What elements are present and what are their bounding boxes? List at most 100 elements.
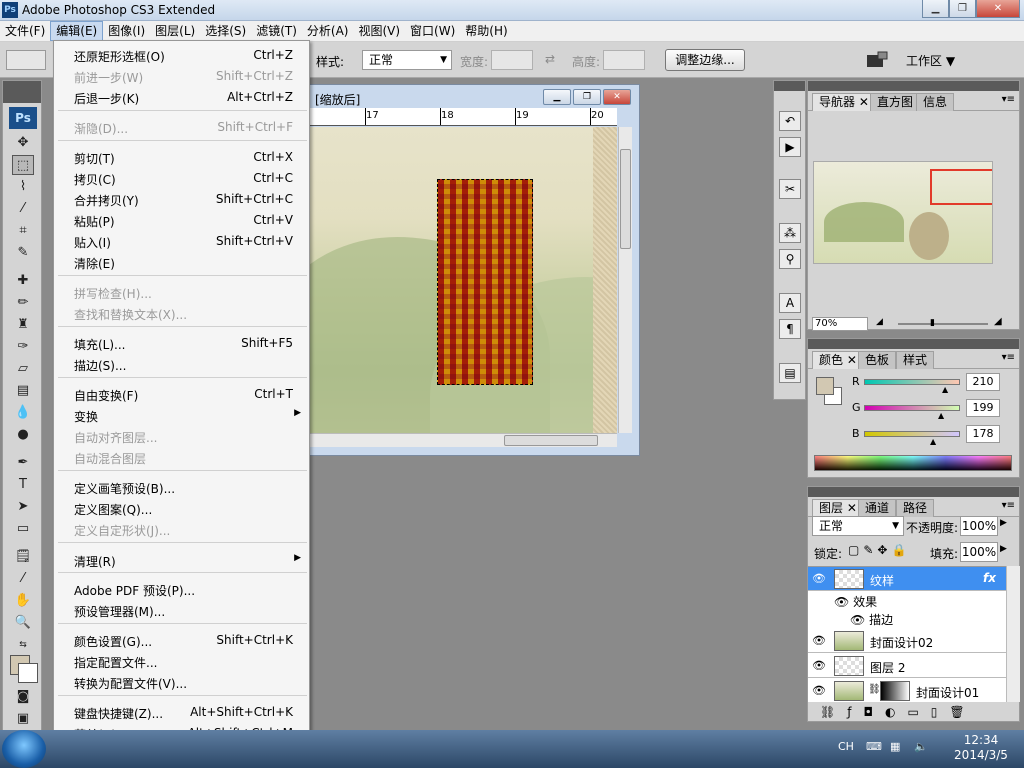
edit-menu-item[interactable]: 填充(L)... Shift+F5 xyxy=(54,333,309,353)
clone-source-icon[interactable]: ⚲ xyxy=(779,249,801,269)
edit-menu-item[interactable]: 清理(R) ▶ xyxy=(54,550,309,570)
link-layers-icon[interactable]: ⛓ xyxy=(820,705,847,719)
layer-style-icon[interactable]: ƒ xyxy=(847,705,863,719)
edit-menu-item[interactable]: 还原矩形选框(O) Ctrl+Z xyxy=(54,45,309,65)
actions-icon[interactable]: ▶ xyxy=(779,137,801,157)
tab-histogram[interactable]: 直方图 xyxy=(870,93,921,111)
menu-select[interactable]: 选择(S) xyxy=(200,21,251,41)
layer-row[interactable]: 👁 纹样 fx xyxy=(808,567,1006,591)
lock-options-icon[interactable]: ▢✎✥🔒 xyxy=(848,543,910,557)
bridge-icon[interactable] xyxy=(864,50,890,70)
edit-menu-item[interactable]: 贴入(I) Shift+Ctrl+V xyxy=(54,231,309,251)
clone-stamp-tool-icon[interactable]: ♜ xyxy=(12,315,34,335)
tab-navigator[interactable]: 导航器 ✕ xyxy=(812,93,876,111)
blue-value-input[interactable]: 178 xyxy=(966,425,1000,443)
paragraph-icon[interactable]: ¶ xyxy=(779,319,801,339)
keyboard-icon[interactable]: ⌨ xyxy=(866,740,882,753)
edit-menu-item[interactable]: 剪切(T) Ctrl+X xyxy=(54,147,309,167)
panel-menu-icon[interactable]: ▾≡ xyxy=(1002,500,1015,511)
eyedropper-tool-icon[interactable]: ⁄ xyxy=(12,569,34,589)
path-selection-tool-icon[interactable]: ➤ xyxy=(12,497,34,517)
eye-icon[interactable]: 👁 xyxy=(812,634,826,647)
blue-slider[interactable] xyxy=(864,431,960,437)
edit-menu-item[interactable]: 变换 ▶ xyxy=(54,405,309,425)
height-input[interactable] xyxy=(603,50,645,70)
slider-marker-icon[interactable]: ▲ xyxy=(930,437,936,446)
tab-paths[interactable]: 路径 xyxy=(896,499,935,517)
vertical-scrollbar[interactable] xyxy=(618,127,632,433)
minimize-button[interactable]: ▁ xyxy=(922,0,949,18)
red-value-input[interactable]: 210 xyxy=(966,373,1000,391)
edit-menu-item[interactable]: 拷贝(C) Ctrl+C xyxy=(54,168,309,188)
doc-restore-button[interactable]: ❐ xyxy=(573,89,601,105)
adjustment-layer-icon[interactable]: ◐ xyxy=(885,705,907,719)
zoom-slider[interactable] xyxy=(898,323,988,325)
crop-tool-icon[interactable]: ⌗ xyxy=(12,221,34,241)
edit-menu-item[interactable]: 描边(S)... xyxy=(54,354,309,374)
screen-mode-icon[interactable]: ▣ xyxy=(12,709,34,729)
effects-row[interactable]: 👁 效果 xyxy=(834,593,1006,611)
start-button[interactable] xyxy=(2,730,46,768)
style-select[interactable]: 正常 xyxy=(362,50,452,70)
background-color-swatch[interactable] xyxy=(18,663,38,683)
layer-row[interactable]: 👁 图层 2 xyxy=(808,654,1006,678)
zoom-in-icon[interactable]: ◢ xyxy=(994,316,1002,327)
panel-menu-icon[interactable]: ▾≡ xyxy=(1002,94,1015,105)
navigator-thumbnail[interactable] xyxy=(813,161,993,264)
zoom-out-icon[interactable]: ◢ xyxy=(876,317,883,327)
edit-menu-item[interactable]: 清除(E) xyxy=(54,252,309,272)
edit-menu-item[interactable]: 合并拷贝(Y) Shift+Ctrl+C xyxy=(54,189,309,209)
panel-menu-icon[interactable]: ▾≡ xyxy=(1002,352,1015,363)
edit-menu-item[interactable]: 转换为配置文件(V)... xyxy=(54,672,309,692)
menu-filter[interactable]: 滤镜(T) xyxy=(251,21,302,41)
lasso-tool-icon[interactable]: ⌇ xyxy=(12,177,34,197)
zoom-tool-icon[interactable]: 🔍 xyxy=(12,613,34,633)
slider-marker-icon[interactable]: ▲ xyxy=(938,411,944,420)
brush-tool-icon[interactable]: ✏ xyxy=(12,293,34,313)
layers-scrollbar[interactable] xyxy=(1006,566,1020,702)
marquee-tool-preset-icon[interactable] xyxy=(6,50,46,70)
swap-icon[interactable]: ⇄ xyxy=(545,52,555,66)
zoom-input[interactable]: 70% xyxy=(812,317,868,331)
eye-icon[interactable]: 👁 xyxy=(812,572,826,585)
network-icon[interactable]: ▦ xyxy=(890,740,900,753)
stroke-effect-row[interactable]: 👁 描边 xyxy=(850,611,1006,629)
fill-input[interactable]: 100% xyxy=(960,542,998,562)
blur-tool-icon[interactable]: 💧 xyxy=(12,403,34,423)
swap-colors-icon[interactable]: ⇆ xyxy=(12,635,34,655)
edit-menu-item[interactable]: 后退一步(K) Alt+Ctrl+Z xyxy=(54,87,309,107)
eye-icon[interactable]: 👁 xyxy=(850,613,865,627)
edit-menu-item[interactable]: 自由变换(F) Ctrl+T xyxy=(54,384,309,404)
volume-icon[interactable]: 🔈 xyxy=(914,740,928,753)
pattern-selection[interactable] xyxy=(437,179,533,385)
character-icon[interactable]: A xyxy=(779,293,801,313)
edit-menu-item[interactable]: 指定配置文件... xyxy=(54,651,309,671)
brushes-icon[interactable]: ⁂ xyxy=(779,223,801,243)
quick-mask-icon[interactable]: ◙ xyxy=(12,687,34,707)
fx-icon[interactable]: fx xyxy=(983,571,996,585)
menu-layer[interactable]: 图层(L) xyxy=(150,21,200,41)
menu-file[interactable]: 文件(F) xyxy=(0,21,50,41)
healing-brush-tool-icon[interactable]: ✚ xyxy=(12,271,34,291)
add-mask-icon[interactable]: ◘ xyxy=(863,705,885,719)
blend-mode-select[interactable]: 正常 xyxy=(812,516,904,536)
layer-row[interactable]: 👁 ⛓ 封面设计01 xyxy=(808,679,1006,702)
horizontal-scrollbar[interactable] xyxy=(310,433,617,447)
opacity-input[interactable]: 100% xyxy=(960,516,998,536)
doc-minimize-button[interactable]: ▁ xyxy=(543,89,571,105)
edit-menu-item[interactable]: 定义图案(Q)... xyxy=(54,498,309,518)
new-group-icon[interactable]: ▭ xyxy=(907,705,930,719)
close-button[interactable]: ✕ xyxy=(976,0,1020,18)
gradient-tool-icon[interactable]: ▤ xyxy=(12,381,34,401)
eye-icon[interactable]: 👁 xyxy=(834,595,849,609)
view-box[interactable] xyxy=(930,169,992,205)
foreground-color-swatch[interactable] xyxy=(816,377,834,395)
refine-edge-button[interactable]: 调整边缘... xyxy=(665,49,745,71)
document-canvas[interactable] xyxy=(310,127,617,433)
tab-info[interactable]: 信息 xyxy=(916,93,955,111)
notes-tool-icon[interactable]: 🗒 xyxy=(12,547,34,567)
clock[interactable]: 12:34 2014/3/5 xyxy=(948,733,1014,763)
green-slider[interactable] xyxy=(864,405,960,411)
pen-tool-icon[interactable]: ✒ xyxy=(12,453,34,473)
hand-tool-icon[interactable]: ✋ xyxy=(12,591,34,611)
